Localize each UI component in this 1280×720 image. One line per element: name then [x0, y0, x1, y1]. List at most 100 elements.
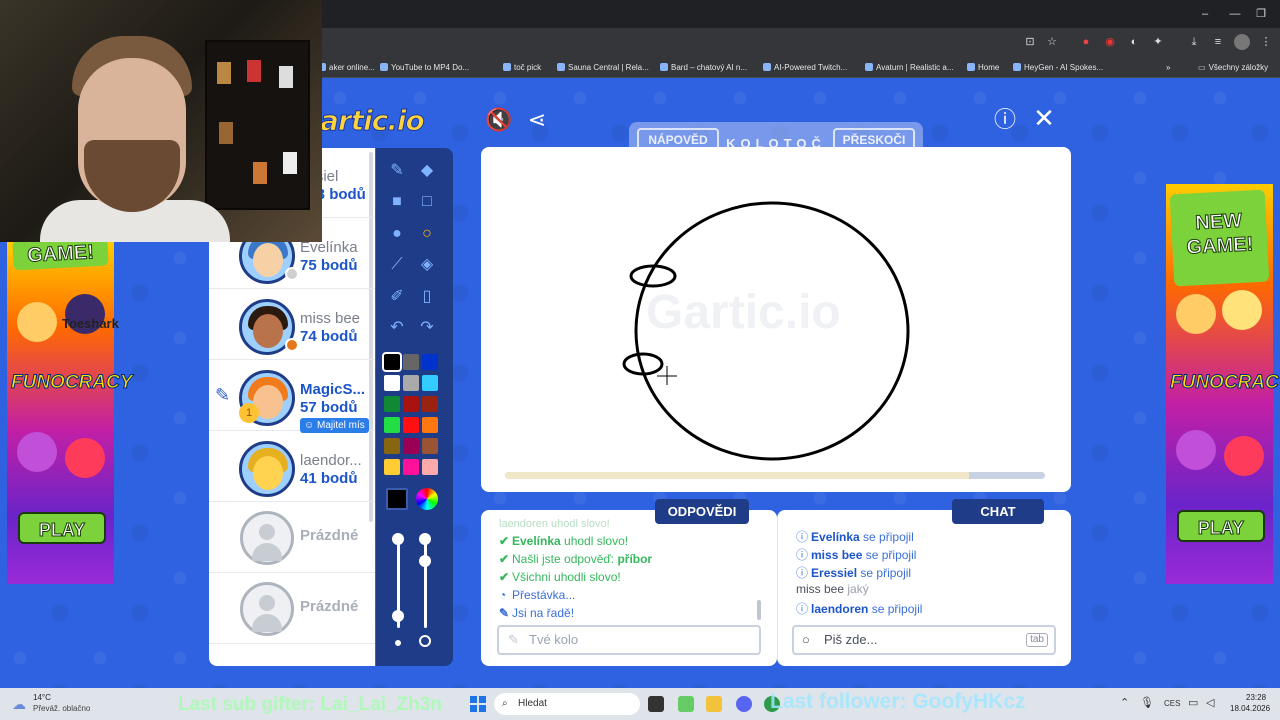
extension-icon[interactable]: ◉ — [1102, 34, 1118, 50]
redo-icon[interactable]: ↷ — [414, 315, 440, 341]
info-icon[interactable]: ⓘ — [992, 107, 1018, 133]
start-icon[interactable] — [470, 696, 486, 712]
hint-bar: NÁPOVĚD A KOLOTOČ PŘESKOČI ↑ — [629, 122, 923, 170]
volume-icon[interactable]: ◁ — [1206, 696, 1214, 709]
bookmark-item[interactable]: YouTube to MP4 Do... — [380, 60, 469, 74]
explorer-icon[interactable] — [706, 696, 722, 712]
bookmark-item[interactable]: HeyGen - AI Spokes... — [1013, 60, 1103, 74]
install-icon[interactable]: ⊡ — [1022, 34, 1038, 50]
chevron-up-icon[interactable]: ⌃ — [1120, 696, 1129, 709]
drawing-canvas[interactable]: Gartic.io — [481, 147, 1071, 492]
weather-icon[interactable]: ☁ — [12, 696, 26, 713]
bookmark-item[interactable]: toč pick — [503, 60, 541, 74]
puzzle-icon[interactable]: ✦ — [1150, 34, 1166, 50]
fill-bucket-icon[interactable]: ◈ — [414, 252, 440, 278]
player-row[interactable]: laendor... 41 bodů — [209, 432, 375, 502]
gartic-logo[interactable]: artic.io — [320, 104, 426, 140]
bookmark-item[interactable]: aker online... — [318, 60, 375, 74]
eraser-icon[interactable]: ◆ — [414, 158, 440, 184]
extension-icon[interactable]: ◐ — [1126, 34, 1142, 50]
slider-knob[interactable] — [392, 533, 404, 545]
bookmark-icon — [865, 63, 873, 71]
chat-message: miss bee jaký — [796, 582, 869, 596]
color-swatch[interactable] — [403, 354, 419, 370]
color-swatch[interactable] — [384, 396, 400, 412]
color-wheel-icon[interactable] — [416, 488, 438, 510]
minimize-icon[interactable]: — — [1226, 5, 1244, 23]
color-swatch[interactable] — [422, 375, 438, 391]
taskbar-search[interactable]: ⌕ Hledat — [494, 693, 640, 715]
circle-icon[interactable]: ○ — [414, 221, 440, 247]
player-row[interactable]: miss bee 74 bodů — [209, 290, 375, 360]
skip-button[interactable]: PŘESKOČI ↑ — [833, 128, 915, 162]
ad-play-button[interactable]: PLAY — [1177, 510, 1265, 542]
bookmark-star-icon[interactable]: ☆ — [1044, 34, 1060, 50]
filled-circle-icon[interactable]: ● — [384, 221, 410, 247]
menu-icon[interactable]: ⋮ — [1258, 34, 1274, 50]
current-color[interactable] — [386, 488, 408, 510]
chat-input[interactable]: ○ Piš zde... tab — [792, 625, 1056, 655]
player-row[interactable]: MagicS... 57 bodů ✎ 1 ☺ Majitel mís — [209, 361, 375, 433]
ad-banner-left[interactable]: GAME! FUNOCRACY PLAY — [7, 235, 133, 584]
close-icon[interactable]: ✕ — [1031, 105, 1057, 131]
language[interactable]: CES — [1164, 699, 1180, 708]
rect-icon[interactable]: □ — [414, 189, 440, 215]
bookmark-item[interactable]: Home — [967, 60, 999, 74]
message-answer: příbor — [617, 552, 653, 566]
bookmark-item[interactable]: Bard – chatový AI n... — [660, 60, 747, 74]
answer-message: ◔ Přestávka... — [499, 588, 575, 602]
network-icon[interactable]: ▭ — [1188, 696, 1198, 709]
clock-date[interactable]: 18.04.2026 — [1230, 704, 1270, 713]
opacity-slider[interactable] — [424, 538, 427, 628]
color-swatch[interactable] — [422, 438, 438, 454]
eyedropper-icon[interactable]: ✐ — [384, 284, 410, 310]
line-icon[interactable]: ⟋ — [384, 252, 410, 278]
hint-button[interactable]: NÁPOVĚD A — [637, 128, 719, 162]
color-swatch[interactable] — [422, 396, 438, 412]
clock-time[interactable]: 23:28 — [1246, 693, 1266, 702]
download-icon[interactable]: ⤓ — [1186, 34, 1202, 50]
bookmark-item[interactable]: Sauna Central | Rela... — [557, 60, 649, 74]
color-swatch[interactable] — [403, 459, 419, 475]
bookmark-icon — [967, 63, 975, 71]
filled-rect-icon[interactable]: ■ — [384, 189, 410, 215]
color-swatch[interactable] — [403, 375, 419, 391]
temperature: 14°C — [33, 693, 51, 702]
app-icon[interactable] — [678, 696, 694, 712]
mic-icon[interactable]: 🎙 — [1140, 696, 1154, 709]
answers-scrollbar[interactable] — [757, 600, 761, 620]
color-swatch[interactable] — [403, 396, 419, 412]
color-swatch[interactable] — [422, 417, 438, 433]
mute-icon[interactable]: 🔇 — [485, 107, 512, 133]
slider-knob[interactable] — [392, 610, 404, 622]
discord-icon[interactable] — [736, 696, 752, 712]
slider-knob[interactable] — [419, 555, 431, 567]
profile-avatar[interactable] — [1234, 34, 1250, 50]
bookmark-item[interactable]: AI-Powered Twitch... — [763, 60, 847, 74]
share-icon[interactable]: ⋖ — [524, 107, 550, 133]
reading-list-icon[interactable]: ≡ — [1210, 34, 1226, 50]
pencil-icon[interactable]: ✎ — [384, 158, 410, 184]
color-swatch[interactable] — [384, 438, 400, 454]
slider-knob[interactable] — [419, 533, 431, 545]
minimize-window-icon[interactable]: ‒ — [1196, 5, 1214, 23]
color-swatch[interactable] — [384, 417, 400, 433]
bookmark-overflow-icon[interactable]: » — [1166, 60, 1170, 74]
extension-icon[interactable]: ● — [1078, 34, 1094, 50]
color-swatch[interactable] — [403, 417, 419, 433]
restore-icon[interactable]: ❐ — [1252, 5, 1270, 23]
color-swatch[interactable] — [384, 375, 400, 391]
color-swatch[interactable] — [422, 354, 438, 370]
ad-play-button[interactable]: PLAY — [18, 512, 106, 544]
taskview-icon[interactable] — [648, 696, 664, 712]
bookmark-item[interactable]: Avaturn | Realistic a... — [865, 60, 954, 74]
color-swatch[interactable] — [403, 438, 419, 454]
color-swatch[interactable] — [382, 352, 402, 372]
page-icon[interactable]: ▯ — [414, 284, 440, 310]
undo-icon[interactable]: ↶ — [384, 315, 410, 341]
color-swatch[interactable] — [422, 459, 438, 475]
color-swatch[interactable] — [384, 459, 400, 475]
all-bookmarks[interactable]: ▭ Všechny záložky — [1198, 60, 1268, 74]
ad-banner-right[interactable]: NEW GAME! FUNOCRACY PLAY — [1166, 184, 1280, 584]
answer-input[interactable]: ✎ Tvé kolo — [497, 625, 761, 655]
